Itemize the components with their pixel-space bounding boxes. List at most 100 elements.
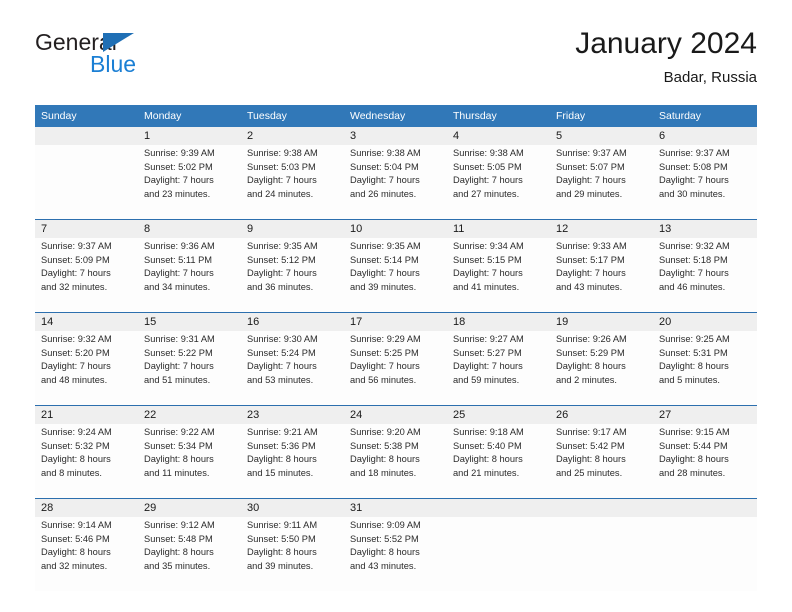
daylight-text-line1: Daylight: 7 hours: [350, 268, 420, 279]
day-number[interactable]: 12: [550, 219, 653, 238]
sunrise-text: Sunrise: 9:37 AM: [659, 148, 730, 158]
sunset-text: Sunset: 5:38 PM: [350, 440, 419, 451]
day-number[interactable]: 25: [447, 405, 550, 424]
sunrise-text: Sunrise: 9:26 AM: [556, 334, 627, 344]
sunrise-text: Sunrise: 9:31 AM: [144, 334, 215, 344]
daylight-text-line1: Daylight: 7 hours: [144, 361, 214, 372]
daylight-text-line1: Daylight: 7 hours: [247, 268, 317, 279]
sunrise-text: Sunrise: 9:22 AM: [144, 427, 215, 437]
day-info: Sunrise: 9:31 AM Sunset: 5:22 PM Dayligh…: [138, 331, 241, 406]
day-number[interactable]: 16: [241, 312, 344, 331]
daylight-text-line1: Daylight: 7 hours: [247, 361, 317, 372]
daylight-text-line1: Daylight: 8 hours: [556, 361, 626, 372]
daylight-text-line2: and 34 minutes.: [144, 281, 211, 292]
day-number[interactable]: 1: [138, 127, 241, 145]
daylight-text-line1: Daylight: 7 hours: [350, 175, 420, 186]
day-info-empty: [447, 517, 550, 591]
daylight-text-line2: and 27 minutes.: [453, 188, 520, 199]
week-3-daynumber-row: 14 15 16 17 18 19 20: [35, 312, 757, 331]
sunset-text: Sunset: 5:14 PM: [350, 254, 419, 265]
day-number[interactable]: 20: [653, 312, 757, 331]
sunrise-text: Sunrise: 9:15 AM: [659, 427, 730, 437]
day-number[interactable]: 8: [138, 219, 241, 238]
sunset-text: Sunset: 5:05 PM: [453, 161, 522, 172]
page-title: January 2024: [575, 27, 757, 60]
sunrise-text: Sunrise: 9:38 AM: [453, 148, 524, 158]
daylight-text-line2: and 25 minutes.: [556, 467, 623, 478]
day-number[interactable]: 6: [653, 127, 757, 145]
day-info: Sunrise: 9:24 AM Sunset: 5:32 PM Dayligh…: [35, 424, 138, 499]
day-number[interactable]: 24: [344, 405, 447, 424]
day-number[interactable]: 22: [138, 405, 241, 424]
day-number[interactable]: 19: [550, 312, 653, 331]
day-number[interactable]: 23: [241, 405, 344, 424]
sunset-text: Sunset: 5:27 PM: [453, 347, 522, 358]
daylight-text-line2: and 46 minutes.: [659, 281, 726, 292]
sunset-text: Sunset: 5:02 PM: [144, 161, 213, 172]
sunrise-text: Sunrise: 9:20 AM: [350, 427, 421, 437]
sunset-text: Sunset: 5:25 PM: [350, 347, 419, 358]
daylight-text-line1: Daylight: 8 hours: [453, 454, 523, 465]
day-number[interactable]: 29: [138, 498, 241, 517]
daylight-text-line2: and 51 minutes.: [144, 374, 211, 385]
sunset-text: Sunset: 5:03 PM: [247, 161, 316, 172]
day-number[interactable]: 17: [344, 312, 447, 331]
day-info-empty: [35, 145, 138, 220]
day-number[interactable]: 3: [344, 127, 447, 145]
day-number[interactable]: 5: [550, 127, 653, 145]
day-number[interactable]: 14: [35, 312, 138, 331]
sunrise-text: Sunrise: 9:35 AM: [350, 241, 421, 251]
day-number[interactable]: 2: [241, 127, 344, 145]
day-number[interactable]: 10: [344, 219, 447, 238]
day-number[interactable]: 7: [35, 219, 138, 238]
day-number[interactable]: 21: [35, 405, 138, 424]
day-number[interactable]: 28: [35, 498, 138, 517]
daylight-text-line2: and 15 minutes.: [247, 467, 314, 478]
day-info: Sunrise: 9:32 AM Sunset: 5:18 PM Dayligh…: [653, 238, 757, 313]
sunset-text: Sunset: 5:04 PM: [350, 161, 419, 172]
sunset-text: Sunset: 5:42 PM: [556, 440, 625, 451]
sunset-text: Sunset: 5:36 PM: [247, 440, 316, 451]
day-cell-empty: [35, 127, 138, 145]
daylight-text-line1: Daylight: 7 hours: [659, 268, 729, 279]
day-number[interactable]: 27: [653, 405, 757, 424]
day-number[interactable]: 31: [344, 498, 447, 517]
sunset-text: Sunset: 5:20 PM: [41, 347, 110, 358]
daylight-text-line2: and 56 minutes.: [350, 374, 417, 385]
weekday-header-wednesday: Wednesday: [344, 105, 447, 127]
week-1-daynumber-row: 1 2 3 4 5 6: [35, 127, 757, 145]
sunrise-text: Sunrise: 9:37 AM: [41, 241, 112, 251]
day-number[interactable]: 4: [447, 127, 550, 145]
day-number[interactable]: 26: [550, 405, 653, 424]
daylight-text-line2: and 36 minutes.: [247, 281, 314, 292]
day-info: Sunrise: 9:37 AM Sunset: 5:08 PM Dayligh…: [653, 145, 757, 220]
day-info: Sunrise: 9:38 AM Sunset: 5:03 PM Dayligh…: [241, 145, 344, 220]
sunset-text: Sunset: 5:29 PM: [556, 347, 625, 358]
day-info: Sunrise: 9:35 AM Sunset: 5:12 PM Dayligh…: [241, 238, 344, 313]
day-info: Sunrise: 9:32 AM Sunset: 5:20 PM Dayligh…: [35, 331, 138, 406]
sunrise-text: Sunrise: 9:14 AM: [41, 520, 112, 530]
sunset-text: Sunset: 5:09 PM: [41, 254, 110, 265]
day-number[interactable]: 9: [241, 219, 344, 238]
day-number[interactable]: 30: [241, 498, 344, 517]
day-info: Sunrise: 9:33 AM Sunset: 5:17 PM Dayligh…: [550, 238, 653, 313]
calendar-page: General Blue January 2024 Badar, Russia …: [0, 0, 792, 612]
sunset-text: Sunset: 5:17 PM: [556, 254, 625, 265]
day-info: Sunrise: 9:18 AM Sunset: 5:40 PM Dayligh…: [447, 424, 550, 499]
sunset-text: Sunset: 5:15 PM: [453, 254, 522, 265]
day-number[interactable]: 15: [138, 312, 241, 331]
day-number[interactable]: 13: [653, 219, 757, 238]
day-number[interactable]: 11: [447, 219, 550, 238]
daylight-text-line1: Daylight: 8 hours: [247, 547, 317, 558]
day-number[interactable]: 18: [447, 312, 550, 331]
daylight-text-line1: Daylight: 7 hours: [659, 175, 729, 186]
sunrise-sunset-calendar-table: Sunday Monday Tuesday Wednesday Thursday…: [35, 105, 757, 591]
sunset-text: Sunset: 5:52 PM: [350, 533, 419, 544]
daylight-text-line2: and 21 minutes.: [453, 467, 520, 478]
sunrise-text: Sunrise: 9:17 AM: [556, 427, 627, 437]
daylight-text-line1: Daylight: 7 hours: [556, 175, 626, 186]
sunrise-text: Sunrise: 9:36 AM: [144, 241, 215, 251]
weekday-header-friday: Friday: [550, 105, 653, 127]
daylight-text-line2: and 43 minutes.: [556, 281, 623, 292]
daylight-text-line2: and 43 minutes.: [350, 560, 417, 571]
